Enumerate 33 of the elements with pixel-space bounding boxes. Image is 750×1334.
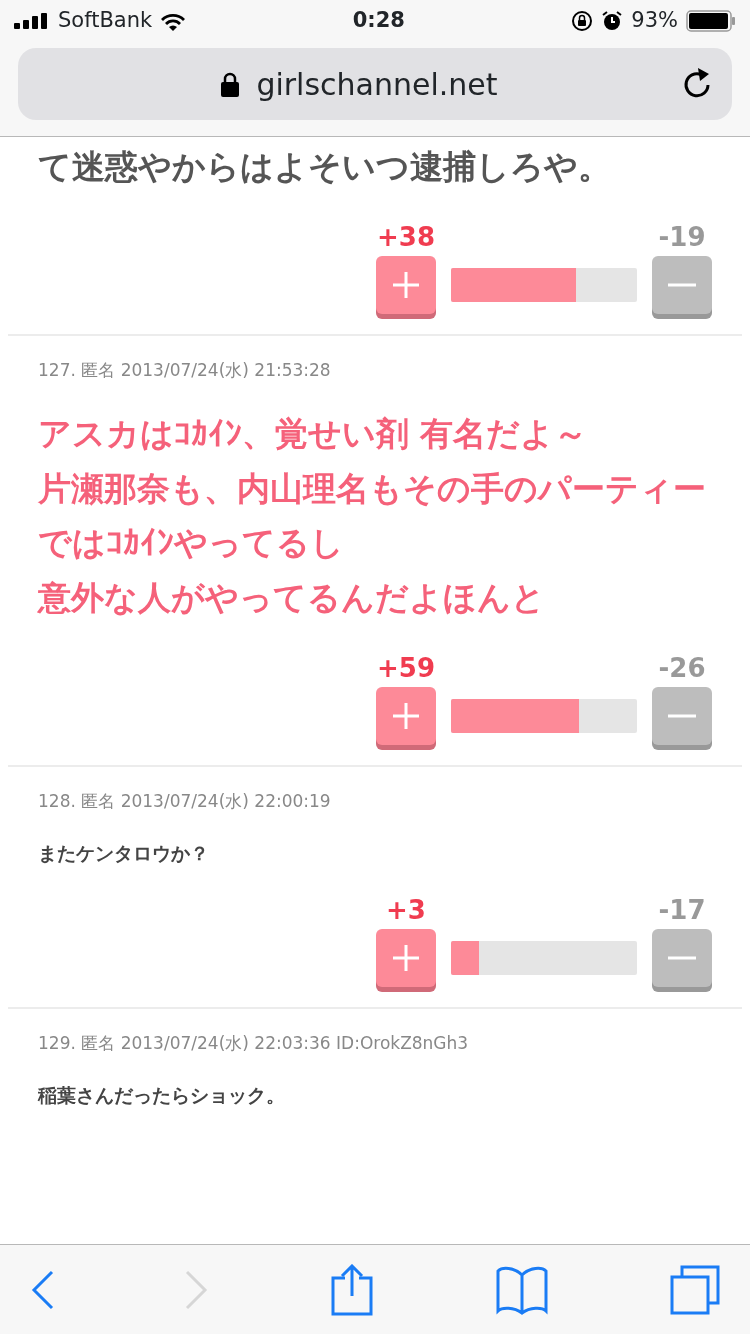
comment-text: 稲葉さんだったらショック。	[38, 1082, 286, 1108]
comment-header: 127. 匿名 2013/07/24(水) 21:53:28	[38, 358, 332, 382]
plus-count: +59	[377, 655, 435, 682]
plus-count: +38	[377, 223, 435, 250]
minus-icon	[668, 714, 696, 719]
tabs-icon[interactable]	[670, 1264, 720, 1315]
plus-icon	[393, 271, 419, 298]
minus-count: -17	[658, 897, 706, 924]
plus-count: +3	[386, 897, 426, 924]
comment-header: 128. 匿名 2013/07/24(水) 22:00:19	[38, 790, 332, 814]
clock-time: 0:28	[352, 7, 405, 35]
lock-icon	[220, 71, 241, 97]
minus-count: -26	[658, 655, 706, 682]
comment-text: 意外な人がやってるんだよほんと	[38, 576, 546, 619]
rotation-lock-icon	[571, 10, 594, 32]
comment-text: 片瀬那奈も、内山理名もその手のパーティーではｺｶｲﾝやってるし	[38, 467, 707, 565]
share-icon[interactable]	[331, 1263, 373, 1316]
comment-text: アスカはｺｶｲﾝ、覚せい剤 有名だよ～	[38, 413, 589, 456]
plus-icon	[393, 703, 419, 730]
battery-icon	[686, 10, 736, 32]
battery-percent: 93%	[631, 7, 678, 35]
comment-text: またケンタロウか？	[38, 840, 210, 866]
bookmarks-icon[interactable]	[495, 1264, 548, 1315]
minus-count: -19	[658, 223, 706, 250]
wifi-icon	[160, 11, 187, 31]
carrier-name: SoftBank	[58, 7, 153, 35]
alarm-icon	[601, 10, 624, 32]
comment-text: て迷惑やからはよそいつ逮捕しろや。	[38, 146, 612, 188]
signal-icon	[14, 13, 50, 29]
comment-header: 129. 匿名 2013/07/24(水) 22:03:36 ID:OrokZ8nGh3	[38, 1032, 470, 1056]
plus-icon	[393, 945, 419, 972]
minus-icon	[668, 956, 696, 961]
minus-icon	[668, 282, 696, 287]
